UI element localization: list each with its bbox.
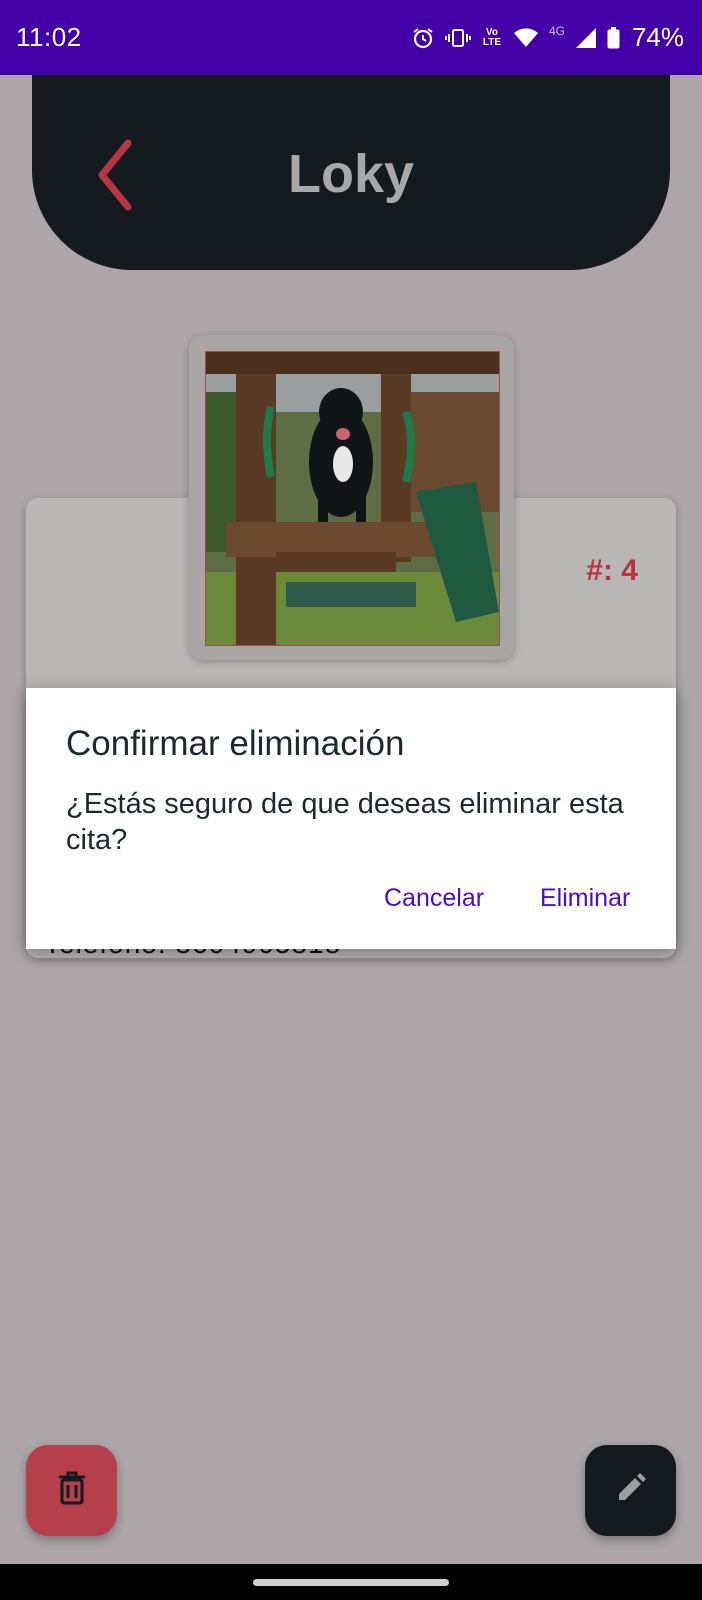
dialog-message: ¿Estás seguro de que deseas eliminar est… [66,788,624,856]
vibrate-icon [444,26,471,50]
status-time: 11:02 [16,22,82,52]
dialog-title: Confirmar eliminación [66,724,405,763]
network-type-label: 4G [548,24,565,38]
home-gesture-handle[interactable] [253,1579,449,1586]
edit-fab[interactable] [585,1445,676,1536]
volte-icon: Vo LTE [482,26,502,48]
system-nav-bar [0,1564,702,1600]
appointment-number: #: 4 [586,554,638,587]
battery-icon [607,26,620,49]
confirm-delete-dialog: Confirmar eliminación ¿Estás seguro de q… [26,688,676,949]
pet-photo-frame [189,335,514,660]
header: Loky [32,75,670,270]
alarm-icon [411,26,435,50]
status-bar: 11:02 Vo LTE 4G 74% [0,0,702,75]
page-title: Loky [287,144,415,204]
delete-fab[interactable] [26,1445,117,1536]
trash-icon [57,1471,87,1510]
pencil-icon [615,1472,647,1509]
cancel-button[interactable]: Cancelar [384,884,484,913]
battery-percent: 74% [631,22,684,52]
wifi-icon [513,27,539,49]
confirm-delete-button[interactable]: Eliminar [540,884,630,913]
status-icons: Vo LTE 4G 74% [411,22,684,53]
pet-photo [205,351,500,646]
cell-signal-icon [575,27,597,49]
